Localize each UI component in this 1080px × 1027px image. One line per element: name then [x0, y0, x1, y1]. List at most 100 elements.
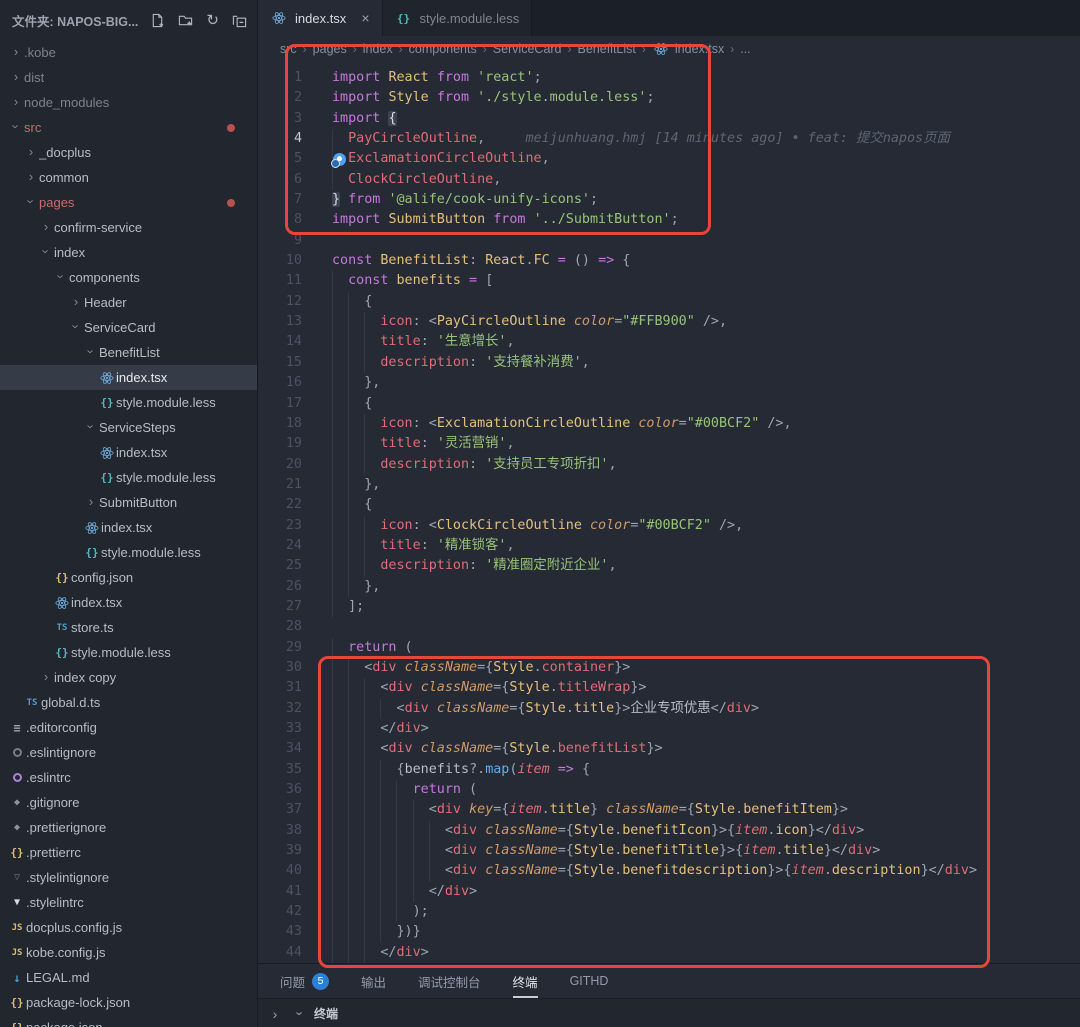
tree-file-global-d-ts[interactable]: TSglobal.d.ts	[0, 690, 257, 715]
tree-folder-servicecard[interactable]: ›ServiceCard	[0, 315, 257, 340]
tree-file-package-json[interactable]: {}package.json	[0, 1015, 257, 1027]
tree-file-index-tsx[interactable]: index.tsx	[0, 440, 257, 465]
tree-folder-components[interactable]: ›components	[0, 265, 257, 290]
breadcrumb-item--[interactable]: ...	[740, 42, 750, 56]
indent-guide	[348, 760, 349, 780]
tree-item-label: BenefitList	[99, 345, 160, 360]
line-number: 36	[258, 780, 302, 800]
tree-file-store-ts[interactable]: TSstore.ts	[0, 615, 257, 640]
tree-folder-common[interactable]: ›common	[0, 165, 257, 190]
tree-file-style-module-less[interactable]: {}style.module.less	[0, 540, 257, 565]
tree-item-label: confirm-service	[54, 220, 142, 235]
tab-style-module-less[interactable]: {}style.module.less	[383, 0, 533, 36]
indent-guide	[332, 861, 333, 881]
breadcrumb-item-pages[interactable]: pages	[313, 42, 347, 56]
breadcrumb-item-index-tsx[interactable]: index.tsx	[652, 42, 724, 56]
code-line-29: 29 return (	[258, 638, 1080, 658]
indent-guide	[332, 475, 333, 495]
tree-file-style-module-less[interactable]: {}style.module.less	[0, 640, 257, 665]
breadcrumb-item-components[interactable]: components	[409, 42, 477, 56]
tree-file--eslintrc[interactable]: .eslintrc	[0, 765, 257, 790]
react-icon	[652, 42, 670, 56]
tree-file--stylelintignore[interactable]: ▽.stylelintignore	[0, 865, 257, 890]
tree-file--prettierignore[interactable]: ◆.prettierignore	[0, 815, 257, 840]
tree-folder-servicesteps[interactable]: ›ServiceSteps	[0, 415, 257, 440]
tree-folder-node-modules[interactable]: ›node_modules	[0, 90, 257, 115]
tree-folder-src[interactable]: ›src	[0, 115, 257, 140]
indent-guide	[364, 922, 365, 942]
panel-tab-调试控制台[interactable]: 调试控制台	[418, 964, 481, 998]
tree-file-style-module-less[interactable]: {}style.module.less	[0, 390, 257, 415]
tree-file-kobe-config-js[interactable]: JSkobe.config.js	[0, 940, 257, 965]
panel-tab-终端[interactable]: 终端	[513, 964, 538, 998]
tree-folder-dist[interactable]: ›dist	[0, 65, 257, 90]
indent-guide	[364, 760, 365, 780]
collapse-all-icon[interactable]	[232, 13, 247, 28]
tree-file-legal-md[interactable]: ↓LEGAL.md	[0, 965, 257, 990]
refresh-icon[interactable]: ↻	[206, 13, 219, 28]
tree-folder-header[interactable]: ›Header	[0, 290, 257, 315]
panel-tab-输出[interactable]: 输出	[361, 964, 386, 998]
chevron-right-icon: ›	[8, 69, 24, 84]
tree-file--prettierrc[interactable]: {}.prettierrc	[0, 840, 257, 865]
tab-index-tsx[interactable]: index.tsx×	[258, 0, 383, 36]
react-icon	[55, 596, 69, 610]
indent-guide	[332, 780, 333, 800]
chevron-right-icon: ›	[23, 144, 39, 159]
tree-file--gitignore[interactable]: ◆.gitignore	[0, 790, 257, 815]
tree-folder-submitbutton[interactable]: ›SubmitButton	[0, 490, 257, 515]
tree-file-package-lock-json[interactable]: {}package-lock.json	[0, 990, 257, 1015]
problems-count-badge: 5	[312, 973, 329, 990]
braces-icon: {}	[8, 996, 26, 1009]
chevron-right-icon: ›	[38, 219, 54, 234]
tree-folder-confirm-service[interactable]: ›confirm-service	[0, 215, 257, 240]
code-editor[interactable]: 1import React from 'react';2import Style…	[258, 62, 1080, 963]
indent-guide	[364, 312, 365, 332]
tree-folder-pages[interactable]: ›pages	[0, 190, 257, 215]
indent-guide	[332, 658, 333, 678]
code-line-1: 1import React from 'react';	[258, 68, 1080, 88]
panel-tab-GITHD[interactable]: GITHD	[570, 964, 609, 998]
indent-guide	[348, 902, 349, 922]
tree-item-label: src	[24, 120, 41, 135]
close-icon[interactable]: ×	[361, 10, 369, 26]
code-line-17: 17 {	[258, 394, 1080, 414]
code-line-27: 27 ];	[258, 597, 1080, 617]
breadcrumb-item-index[interactable]: index	[363, 42, 393, 56]
terminal-section-header[interactable]: › 终端	[292, 1005, 338, 1022]
panel-expand-icon[interactable]: ›	[258, 1006, 292, 1022]
tree-item-label: config.json	[71, 570, 133, 585]
tree-folder-benefitlist[interactable]: ›BenefitList	[0, 340, 257, 365]
new-folder-icon[interactable]	[178, 13, 193, 28]
tree-item-label: components	[69, 270, 140, 285]
chevron-right-icon: ›	[83, 494, 99, 509]
breadcrumb-item-servicecard[interactable]: ServiceCard	[493, 42, 562, 56]
tree-file--editorconfig[interactable]: ≡.editorconfig	[0, 715, 257, 740]
tree-folder-index-copy[interactable]: ›index copy	[0, 665, 257, 690]
indent-guide	[396, 841, 397, 861]
tree-file--eslintignore[interactable]: .eslintignore	[0, 740, 257, 765]
tree-file--stylelintrc[interactable]: ▼.stylelintrc	[0, 890, 257, 915]
code-line-14: 14 title: '生意增长',	[258, 332, 1080, 352]
tree-file-index-tsx[interactable]: index.tsx	[0, 590, 257, 615]
tree-file-index-tsx[interactable]: index.tsx	[0, 515, 257, 540]
indent-guide	[380, 760, 381, 780]
breadcrumb-item-src[interactable]: src	[280, 42, 297, 56]
new-file-icon[interactable]	[150, 13, 165, 28]
tree-file-docplus-config-js[interactable]: JSdocplus.config.js	[0, 915, 257, 940]
tree-file-style-module-less[interactable]: {}style.module.less	[0, 465, 257, 490]
panel-tab-问题[interactable]: 问题5	[280, 964, 329, 998]
tree-folder--kobe[interactable]: ›.kobe	[0, 40, 257, 65]
indent-guide	[348, 678, 349, 698]
tree-file-config-json[interactable]: {}config.json	[0, 565, 257, 590]
breadcrumb-item-benefitlist[interactable]: BenefitList	[578, 42, 636, 56]
react-icon	[98, 371, 116, 385]
line-number: 41	[258, 882, 302, 902]
tree-folder-index[interactable]: ›index	[0, 240, 257, 265]
code-action-lightbulb-icon[interactable]	[333, 153, 346, 166]
indent-guide	[413, 800, 414, 820]
code-line-16: 16 },	[258, 373, 1080, 393]
code-line-40: 40 <div className={Style.benefitdescript…	[258, 861, 1080, 881]
tree-file-index-tsx[interactable]: index.tsx	[0, 365, 257, 390]
tree-folder--docplus[interactable]: ›_docplus	[0, 140, 257, 165]
